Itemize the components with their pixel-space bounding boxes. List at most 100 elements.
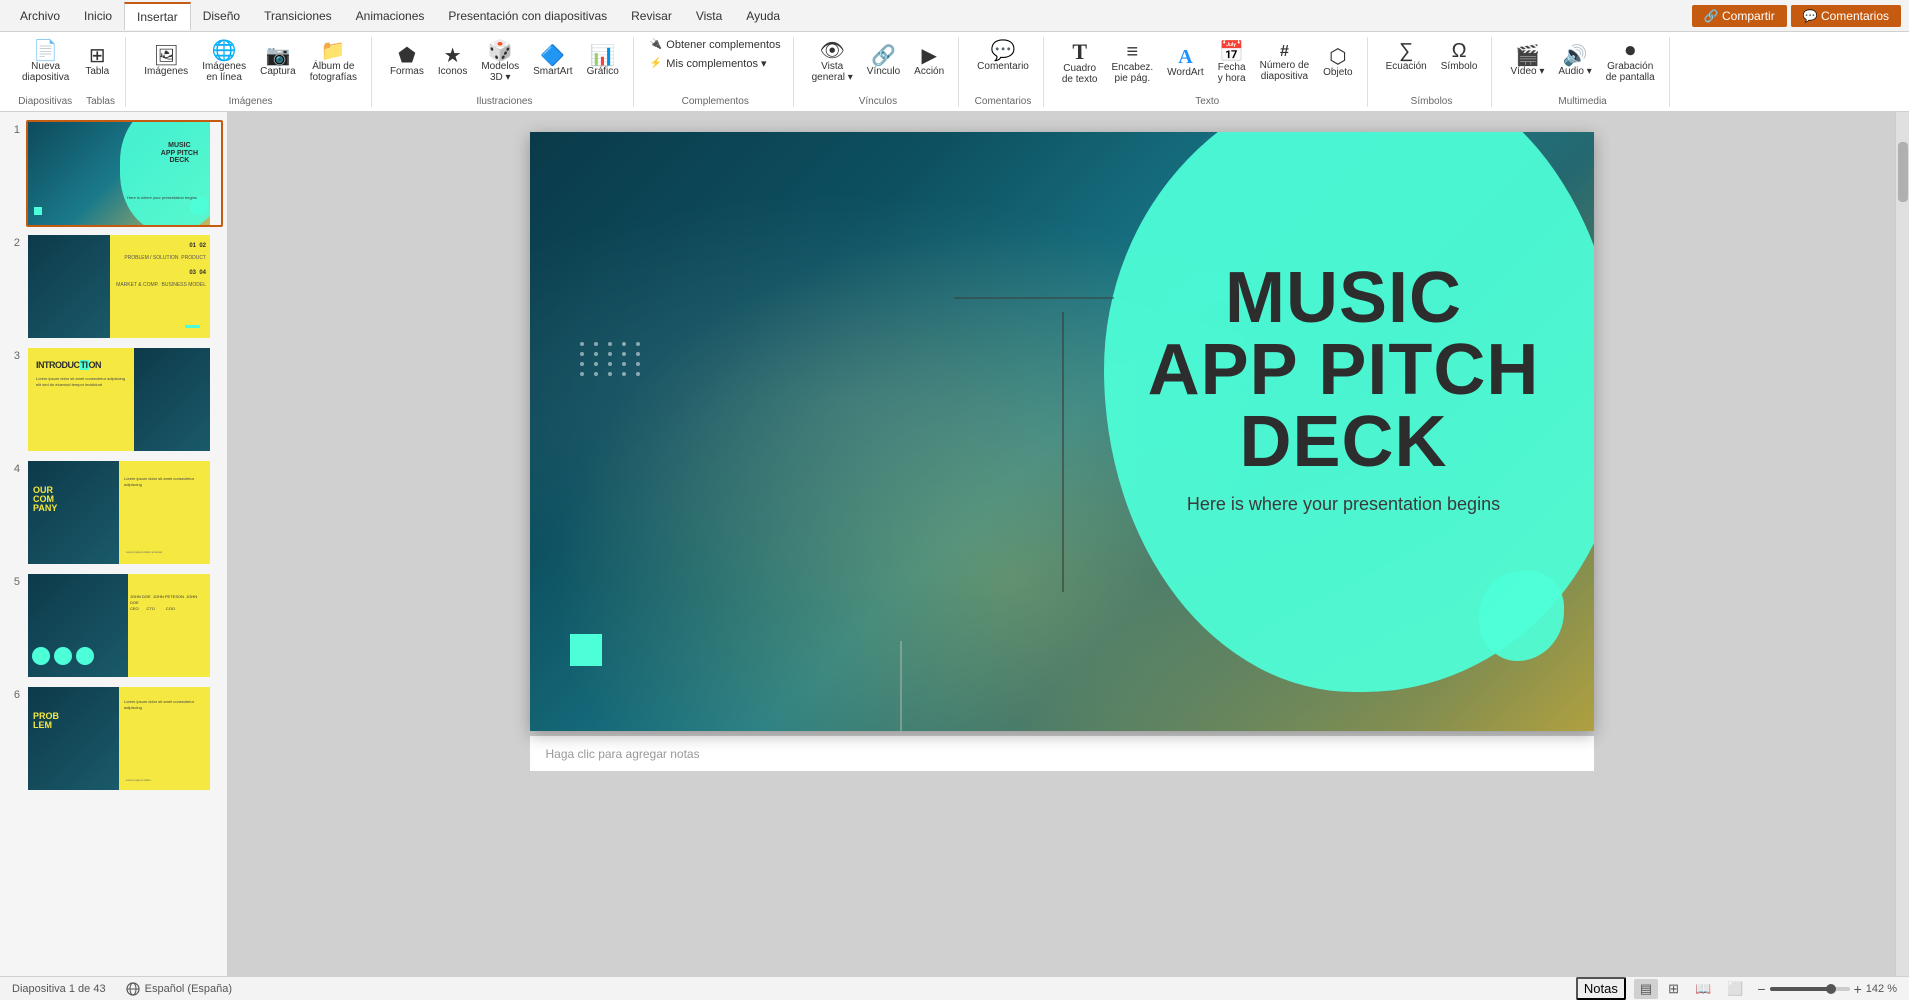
scrollbar-thumb[interactable] (1898, 142, 1908, 202)
numero-diapositiva-label: Número dediapositiva (1260, 60, 1309, 82)
notes-bar[interactable]: Haga clic para agregar notas (530, 735, 1594, 771)
right-scrollbar[interactable] (1895, 112, 1909, 976)
smartart-label: SmartArt (533, 66, 572, 77)
slide-img-1[interactable]: MUSICAPP PITCHDECK Here is where your pr… (26, 120, 223, 227)
share-button[interactable]: 🔗 Compartir (1692, 5, 1787, 27)
normal-view-button[interactable]: ▤ (1634, 979, 1658, 999)
language-label: Español (España) (145, 982, 232, 994)
captura-button[interactable]: 📷 Captura (254, 42, 302, 81)
slide-img-5[interactable]: JOHN DOE JOHN PETESON JOHN DOECEO CTO CO… (26, 572, 223, 679)
slide-num-3: 3 (4, 346, 20, 362)
main-slide[interactable]: MUSIC APP PITCH DECK Here is where your … (530, 132, 1594, 731)
canvas-area[interactable]: MUSIC APP PITCH DECK Here is where your … (228, 112, 1895, 976)
slide-info: Diapositiva 1 de 43 (12, 983, 106, 995)
smartart-button[interactable]: 🔷 SmartArt (527, 42, 578, 81)
tab-transiciones[interactable]: Transiciones (252, 3, 344, 29)
slide-thumb-2[interactable]: 2 01 02 PROBLEM / SOLUTION PRODUCT 03 04… (4, 233, 223, 340)
album-icon: 📁 (321, 41, 346, 61)
imagenes-label: Imágenes (144, 66, 188, 77)
zoom-in-button[interactable]: + (1854, 981, 1862, 997)
video-button[interactable]: 🎬 Vídeo ▾ (1504, 42, 1550, 81)
tab-animaciones[interactable]: Animaciones (344, 3, 437, 29)
complementos-group-label: Complementos (682, 96, 749, 107)
obtener-complementos-button[interactable]: 🔌 Obtener complementos (646, 37, 785, 53)
notes-toggle-button[interactable]: Notas (1576, 977, 1626, 1000)
title-line2: APP PITCH (1148, 330, 1540, 410)
reading-view-button[interactable]: 📖 (1689, 979, 1717, 999)
vinculo-button[interactable]: 🔗 Vínculo (861, 42, 906, 81)
slide-img-4[interactable]: OURCOMPANY Lorem ipsum dolor sit amet co… (26, 459, 223, 566)
slide-thumb-6[interactable]: 6 PROBLEM Lorem ipsum dolor sit amet con… (4, 685, 223, 792)
cuadro-texto-label: Cuadrode texto (1062, 63, 1098, 85)
tabla-label: Tabla (85, 66, 109, 77)
ribbon-group-multimedia: 🎬 Vídeo ▾ 🔊 Audio ▾ ⏺ Grabaciónde pantal… (1496, 37, 1669, 107)
slideshow-button[interactable]: ⬜ (1721, 979, 1749, 999)
ilustraciones-group-label: Ilustraciones (476, 96, 532, 107)
imagenes-linea-label: Imágenesen línea (202, 61, 246, 83)
tab-insertar[interactable]: Insertar (124, 2, 191, 30)
objeto-button[interactable]: ⬡ Objeto (1317, 43, 1358, 82)
zoom-level: 142 % (1866, 983, 1897, 995)
album-button[interactable]: 📁 Álbum defotografías (304, 37, 363, 87)
new-slide-icon: 📄 (33, 41, 58, 61)
slide-title: MUSIC APP PITCH DECK (1134, 262, 1554, 478)
tabla-button[interactable]: ⊞ Tabla (77, 42, 117, 81)
ribbon-group-diapositivas: 📄 Nuevadiapositiva ⊞ Tabla Diapositivas … (8, 37, 126, 107)
slide-img-6[interactable]: PROBLEM Lorem ipsum dolor sit amet conse… (26, 685, 223, 792)
slide-num-6: 6 (4, 685, 20, 701)
tab-diseno[interactable]: Diseño (191, 3, 252, 29)
accion-button[interactable]: ▶ Acción (908, 42, 950, 81)
vista-general-button[interactable]: 👁 Vistageneral ▾ (806, 37, 859, 87)
iconos-button[interactable]: ★ Iconos (432, 42, 473, 81)
ribbon-tabs: Archivo Inicio Insertar Diseño Transicio… (0, 0, 1909, 32)
grabacion-button[interactable]: ⏺ Grabaciónde pantalla (1600, 37, 1661, 87)
imagenes-linea-icon: 🌐 (212, 41, 237, 61)
slide-thumb-3[interactable]: 3 INTRODUCTION Lorem ipsum dolor sit ame… (4, 346, 223, 453)
tab-ayuda[interactable]: Ayuda (734, 3, 792, 29)
tab-revisar[interactable]: Revisar (619, 3, 684, 29)
slide-img-2[interactable]: 01 02 PROBLEM / SOLUTION PRODUCT 03 04 M… (26, 233, 223, 340)
wordart-button[interactable]: A WordArt (1161, 43, 1210, 82)
zoom-out-button[interactable]: − (1757, 981, 1765, 997)
new-slide-button[interactable]: 📄 Nuevadiapositiva (16, 37, 75, 87)
encabez-button[interactable]: ≡ Encabez.pie pág. (1105, 38, 1159, 88)
comments-button[interactable]: 💬 Comentarios (1791, 5, 1901, 27)
title-line1: MUSIC (1225, 258, 1462, 338)
audio-button[interactable]: 🔊 Audio ▾ (1552, 42, 1597, 81)
formas-button[interactable]: ⬟ Formas (384, 42, 430, 81)
slide-thumb-1[interactable]: 1 MUSICAPP PITCHDECK Here is where your … (4, 120, 223, 227)
slide-thumb-4[interactable]: 4 OURCOMPANY Lorem ipsum dolor sit amet … (4, 459, 223, 566)
slide-num-1: 1 (4, 120, 20, 136)
tab-vista[interactable]: Vista (684, 3, 734, 29)
zoom-thumb[interactable] (1826, 984, 1836, 994)
album-label: Álbum defotografías (310, 61, 357, 83)
objeto-label: Objeto (1323, 67, 1352, 78)
grafico-button[interactable]: 📊 Gráfico (581, 42, 625, 81)
imagenes-linea-button[interactable]: 🌐 Imágenesen línea (196, 37, 252, 87)
imagenes-button[interactable]: 🖼 Imágenes (138, 42, 194, 81)
grafico-icon: 📊 (590, 46, 615, 66)
ecuacion-button[interactable]: ∑ Ecuación (1380, 37, 1433, 76)
simbolo-icon: Ω (1452, 41, 1467, 61)
tab-archivo[interactable]: Archivo (8, 3, 72, 29)
tab-presentacion[interactable]: Presentación con diapositivas (436, 3, 619, 29)
slide-panel[interactable]: 1 MUSICAPP PITCHDECK Here is where your … (0, 112, 228, 976)
tab-inicio[interactable]: Inicio (72, 3, 124, 29)
modelos3d-button[interactable]: 🎲 Modelos3D ▾ (475, 37, 525, 87)
simbolo-button[interactable]: Ω Símbolo (1435, 37, 1484, 76)
video-icon: 🎬 (1515, 46, 1540, 66)
zoom-slider[interactable] (1770, 987, 1850, 991)
mis-complementos-label: Mis complementos ▾ (666, 57, 766, 70)
zoom-slider-fill (1770, 987, 1830, 991)
encabez-label: Encabez.pie pág. (1111, 62, 1153, 84)
fecha-hora-button[interactable]: 📅 Fechay hora (1212, 38, 1252, 88)
slide-thumb-5[interactable]: 5 JOHN DOE JOHN PETESON JOHN DOECEO CTO … (4, 572, 223, 679)
slide-sorter-button[interactable]: ⊞ (1662, 979, 1685, 999)
cuadro-texto-button[interactable]: T Cuadrode texto (1056, 37, 1104, 89)
comentario-button[interactable]: 💬 Comentario (971, 37, 1035, 76)
numero-diapositiva-button[interactable]: # Número dediapositiva (1254, 40, 1315, 86)
grafico-label: Gráfico (587, 66, 619, 77)
formas-label: Formas (390, 66, 424, 77)
slide-img-3[interactable]: INTRODUCTION Lorem ipsum dolor sit amet … (26, 346, 223, 453)
mis-complementos-button[interactable]: ⚡ Mis complementos ▾ (646, 55, 771, 72)
